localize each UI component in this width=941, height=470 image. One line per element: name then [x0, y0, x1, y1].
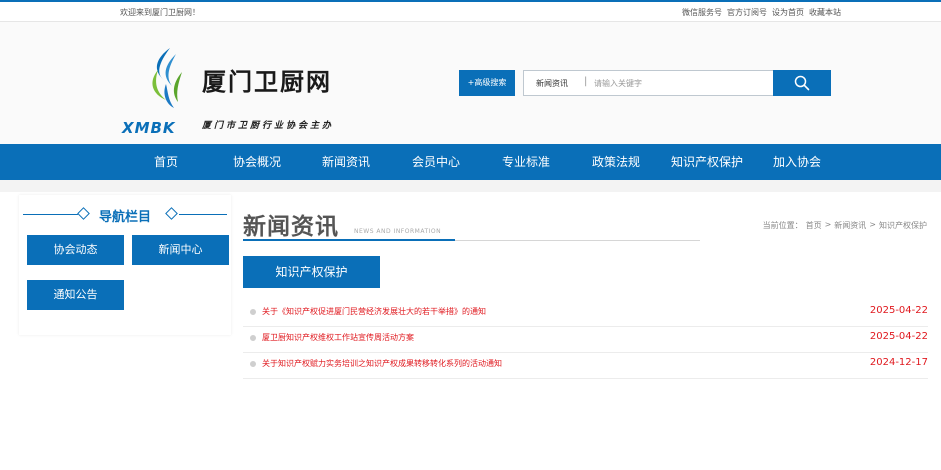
search-separator: |	[584, 76, 588, 87]
breadcrumb-sep: >	[869, 220, 876, 229]
bookmark-link[interactable]: 收藏本站	[809, 7, 841, 18]
news-title[interactable]: 关于知识产权赋力实务培训之知识产权成果转移转化系列的活动通知	[262, 358, 502, 369]
page-title-underline	[243, 239, 455, 241]
content-top-band	[0, 180, 941, 192]
breadcrumb-current[interactable]: 知识产权保护	[879, 220, 927, 231]
nav-item-home[interactable]: 首页	[154, 144, 178, 180]
breadcrumb-label: 当前位置：	[762, 221, 803, 230]
search-input[interactable]	[594, 75, 764, 92]
nav-item-ip-protection[interactable]: 知识产权保护	[671, 144, 743, 180]
logo-subtitle: 厦门市卫厨行业协会主办	[202, 121, 335, 131]
logo-title: 厦门卫厨网	[202, 68, 332, 96]
sidebar: 导航栏目 协会动态 新闻中心 通知公告	[19, 195, 231, 335]
nav-item-join[interactable]: 加入协会	[773, 144, 821, 180]
main-nav: 首页 协会概况 新闻资讯 会员中心 专业标准 政策法规 知识产权保护 加入协会	[0, 144, 941, 180]
breadcrumb-home[interactable]: 首页	[806, 220, 822, 231]
search-button[interactable]	[773, 70, 831, 96]
top-bar: 欢迎来到厦门卫厨网！ 微信服务号 官方订阅号 设为首页 收藏本站	[0, 0, 941, 22]
nav-item-about[interactable]: 协会概况	[233, 144, 281, 180]
bullet-dot-icon	[250, 335, 256, 341]
official-subscription-link[interactable]: 官方订阅号	[727, 7, 767, 18]
nav-item-news[interactable]: 新闻资讯	[322, 144, 370, 180]
sidebar-header-line-left	[23, 214, 78, 215]
wechat-service-link[interactable]: 微信服务号	[682, 7, 722, 18]
site-logo[interactable]: 厦门卫厨网 厦门市卫厨行业协会主办 XMBK	[120, 44, 360, 139]
breadcrumb-sep: >	[824, 220, 832, 229]
sidebar-item-news-center[interactable]: 新闻中心	[132, 235, 229, 265]
breadcrumb-news[interactable]: 新闻资讯	[834, 220, 866, 231]
sidebar-header-line-right	[179, 214, 227, 215]
bullet-dot-icon	[250, 309, 256, 315]
page-title-divider	[455, 240, 700, 241]
bullet-dot-icon	[250, 361, 256, 367]
page: 欢迎来到厦门卫厨网！ 微信服务号 官方订阅号 设为首页 收藏本站 厦门卫厨网 厦…	[0, 0, 941, 470]
sidebar-header: 导航栏目	[19, 203, 231, 225]
nav-item-standards[interactable]: 专业标准	[502, 144, 550, 180]
page-title-en: NEWS AND INFORMATION	[354, 228, 442, 235]
list-item[interactable]: 关于《知识产权促进厦门民营经济发展壮大的若干举措》的通知 2025-04-22	[243, 301, 928, 327]
logo-abbr: XMBK	[122, 119, 176, 137]
diamond-right-icon	[165, 207, 178, 220]
diamond-left-icon	[77, 207, 90, 220]
flame-logo-icon	[152, 48, 182, 108]
news-date: 2025-04-22	[869, 305, 928, 316]
news-title[interactable]: 厦卫厨知识产权维权工作站宣传周活动方案	[262, 332, 414, 343]
advanced-search-button[interactable]: +高级搜索	[459, 70, 515, 96]
nav-item-members[interactable]: 会员中心	[412, 144, 460, 180]
header: 厦门卫厨网 厦门市卫厨行业协会主办 XMBK +高级搜索 新闻资讯 |	[0, 22, 941, 144]
sidebar-item-association-news[interactable]: 协会动态	[27, 235, 124, 265]
list-item[interactable]: 关于知识产权赋力实务培训之知识产权成果转移转化系列的活动通知 2024-12-1…	[243, 353, 928, 379]
news-title[interactable]: 关于《知识产权促进厦门民营经济发展壮大的若干举措》的通知	[262, 306, 486, 317]
set-homepage-link[interactable]: 设为首页	[772, 7, 804, 18]
news-date: 2025-04-22	[869, 331, 928, 342]
sidebar-title: 导航栏目	[99, 210, 152, 225]
category-button[interactable]: 知识产权保护	[243, 256, 380, 288]
welcome-text: 欢迎来到厦门卫厨网！	[120, 8, 200, 17]
nav-item-policies[interactable]: 政策法规	[592, 144, 640, 180]
search-box: 新闻资讯 |	[523, 70, 774, 96]
list-item[interactable]: 厦卫厨知识产权维权工作站宣传周活动方案 2025-04-22	[243, 327, 928, 353]
news-date: 2024-12-17	[869, 357, 928, 368]
page-title: 新闻资讯	[243, 214, 339, 240]
search-category-select[interactable]: 新闻资讯	[536, 78, 568, 89]
search-icon	[794, 75, 810, 91]
breadcrumb: 当前位置： 首页 > 新闻资讯 > 知识产权保护	[763, 220, 927, 231]
top-links: 微信服务号 官方订阅号 设为首页 收藏本站	[682, 7, 841, 18]
sidebar-item-notices[interactable]: 通知公告	[27, 280, 124, 310]
